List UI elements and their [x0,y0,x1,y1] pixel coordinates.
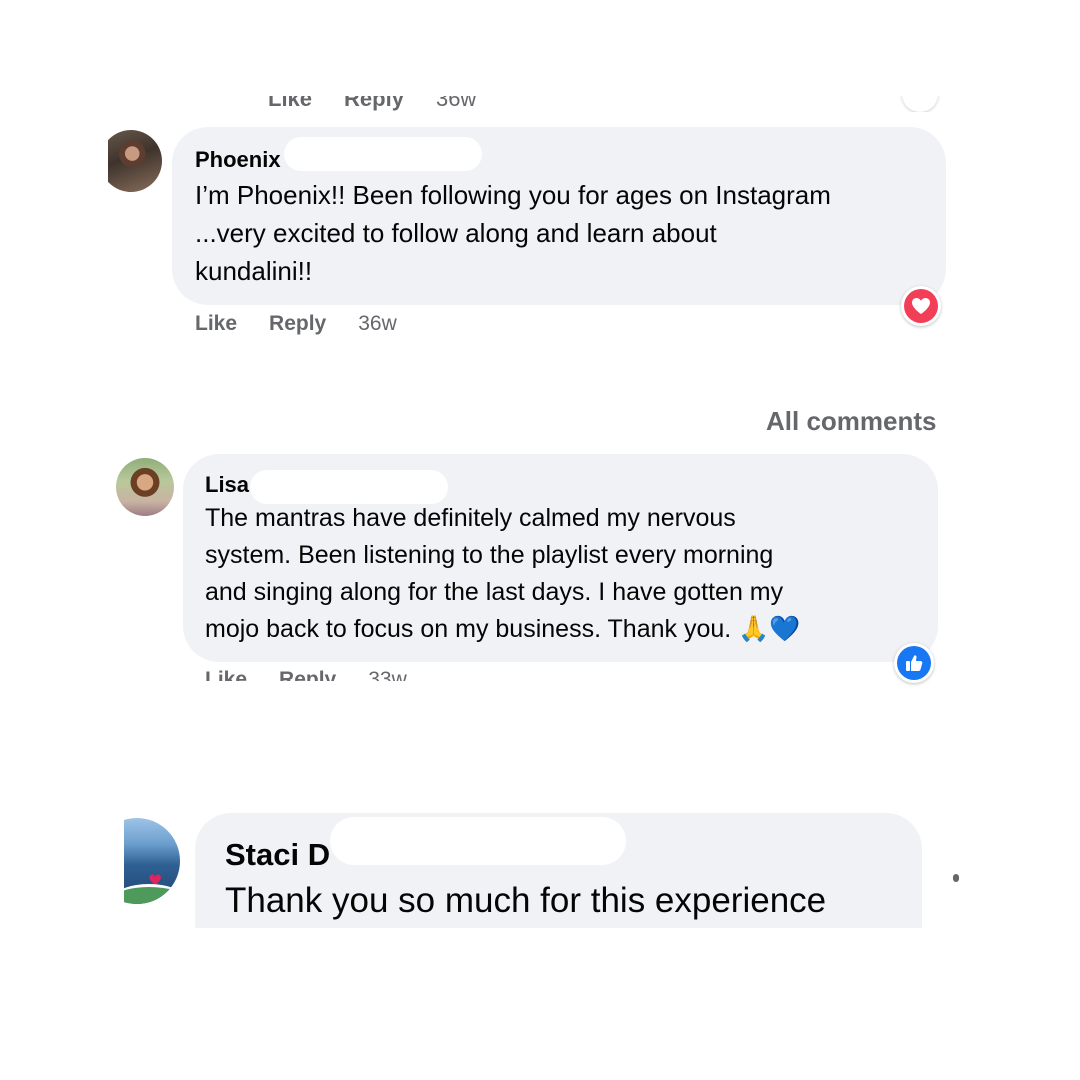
comment-text-line: and singing along for the last days. I h… [205,578,784,606]
staci-bubble-clip: Staci D Thank you so much for this exper… [190,810,930,928]
comment-text-line: ...very excited to follow along and lear… [195,218,717,248]
comment-bubble: Phoenix I’m Phoenix!! Been following you… [172,127,946,305]
comment-actions: Like Reply 33w [205,668,407,681]
landscape-shape [124,884,180,904]
timestamp: 36w [435,96,477,111]
reply-button[interactable]: Reply [269,312,326,336]
comment-text-line: system. Been listening to the playlist e… [205,541,774,569]
avatar[interactable] [116,458,174,516]
lisa-actions-clip: Like Reply 33w [195,664,495,681]
comment-bubble: Lisa The mantras have definitely calmed … [183,454,938,662]
like-button[interactable]: Like [268,96,312,112]
comment-text-line: kundalini!! [195,256,313,286]
commenter-name[interactable]: Phoenix [195,147,281,173]
comment-text-line: mojo back to focus on my business. Thank… [205,615,801,643]
timestamp: 33w [368,668,407,681]
avatar[interactable] [108,130,162,192]
comment-filter-dropdown[interactable]: All comments [766,406,937,437]
avatar[interactable]: ♥ [124,818,180,904]
timestamp: 36w [358,312,397,335]
reply-button[interactable]: Reply [279,668,336,681]
like-button[interactable]: Like [205,668,247,681]
comment-text-line: The mantras have definitely calmed my ne… [205,504,736,532]
comment-text-line: Thank you so much for this experience [225,881,827,920]
reaction-badge[interactable] [894,643,934,683]
heart-icon [904,289,938,323]
thumbs-up-icon [897,646,931,680]
comment-bubble: Staci D Thank you so much for this exper… [195,813,922,928]
like-button[interactable]: Like [195,312,237,336]
comment-text-line: I’m Phoenix!! Been following you for age… [195,180,831,210]
redaction-mask [330,817,626,865]
comment-actions: Like Reply 36w [195,312,397,336]
phoenix-avatar-clip [108,128,164,194]
commenter-name[interactable]: Staci D [225,837,330,873]
more-options-dot[interactable] [953,874,959,882]
previous-comment-actions: Like Reply 36w [268,96,476,112]
staci-avatar-clip: ♥ [124,812,184,904]
redaction-mask [284,137,482,171]
redaction-mask [250,470,448,504]
previous-comment-actions-clip: Like Reply 36w [250,96,950,112]
commenter-name[interactable]: Lisa [205,472,249,498]
reaction-edge [902,96,938,112]
reply-button[interactable]: Reply [344,96,404,112]
reaction-badge[interactable] [901,286,941,326]
